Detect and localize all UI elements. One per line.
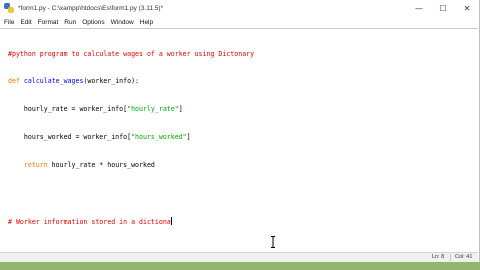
code-text-segment: ] [186,133,191,142]
idle-editor-window: *form1.py - C:\xampp\htdocs\Es\form1.py … [0,0,480,262]
code-comment: #python program to calculate wages of a … [8,49,255,58]
code-line: def calculate_wages(worker_info): [8,77,254,86]
minimize-button[interactable]: — [407,0,431,16]
code-text-segment: (worker_info): [83,77,140,86]
menu-help[interactable]: Help [140,19,153,26]
menu-format[interactable]: Format [38,19,59,26]
ibeam-cursor-icon [271,236,275,248]
code-line: # Worker information stored in a diction… [8,216,254,226]
code-text-segment: hours_worked = worker_info[ [8,133,132,142]
window-controls: — ☐ ✕ [407,0,479,16]
status-line-number: Ln: 8 [432,254,445,260]
python-idle-icon [4,3,14,13]
menu-edit[interactable]: Edit [20,19,31,26]
code-keyword: def [8,77,20,86]
code-keyword: return [8,161,48,170]
close-button[interactable]: ✕ [455,0,479,16]
code-string: "hours_worked" [131,133,187,142]
menu-file[interactable]: File [4,19,14,26]
code-editor[interactable]: #python program to calculate wages of a … [0,28,478,252]
code-line: return hourly_rate * hours_worked [8,161,254,170]
status-divider [450,254,451,261]
title-bar[interactable]: *form1.py - C:\xampp\htdocs\Es\form1.py … [0,0,479,16]
code-function-name: calculate_wages [23,77,84,86]
maximize-button[interactable]: ☐ [431,0,455,16]
status-bar: Ln: 8 Col: 41 [0,252,478,262]
code-line: hours_worked = worker_info["hours_worked… [8,133,254,142]
menu-run[interactable]: Run [64,19,76,26]
status-column-number: Col: 41 [455,254,473,260]
text-cursor [170,216,172,225]
menu-options[interactable]: Options [82,19,104,26]
code-text-segment: ] [178,105,183,114]
menu-bar: File Edit Format Run Options Window Help [0,16,479,28]
code-line: #python program to calculate wages of a … [8,50,254,59]
code-text[interactable]: #python program to calculate wages of a … [8,31,254,245]
code-string: "hourly_rate" [127,105,179,114]
menu-window[interactable]: Window [111,19,134,26]
code-comment: # Worker information stored in a diction… [8,217,171,226]
window-title: *form1.py - C:\xampp\htdocs\Es\form1.py … [18,4,164,12]
code-text-segment: hourly_rate = worker_info[ [8,105,128,114]
code-text-segment: hourly_rate * hours_worked [47,161,155,170]
code-line: hourly_rate = worker_info["hourly_rate"] [8,105,254,114]
